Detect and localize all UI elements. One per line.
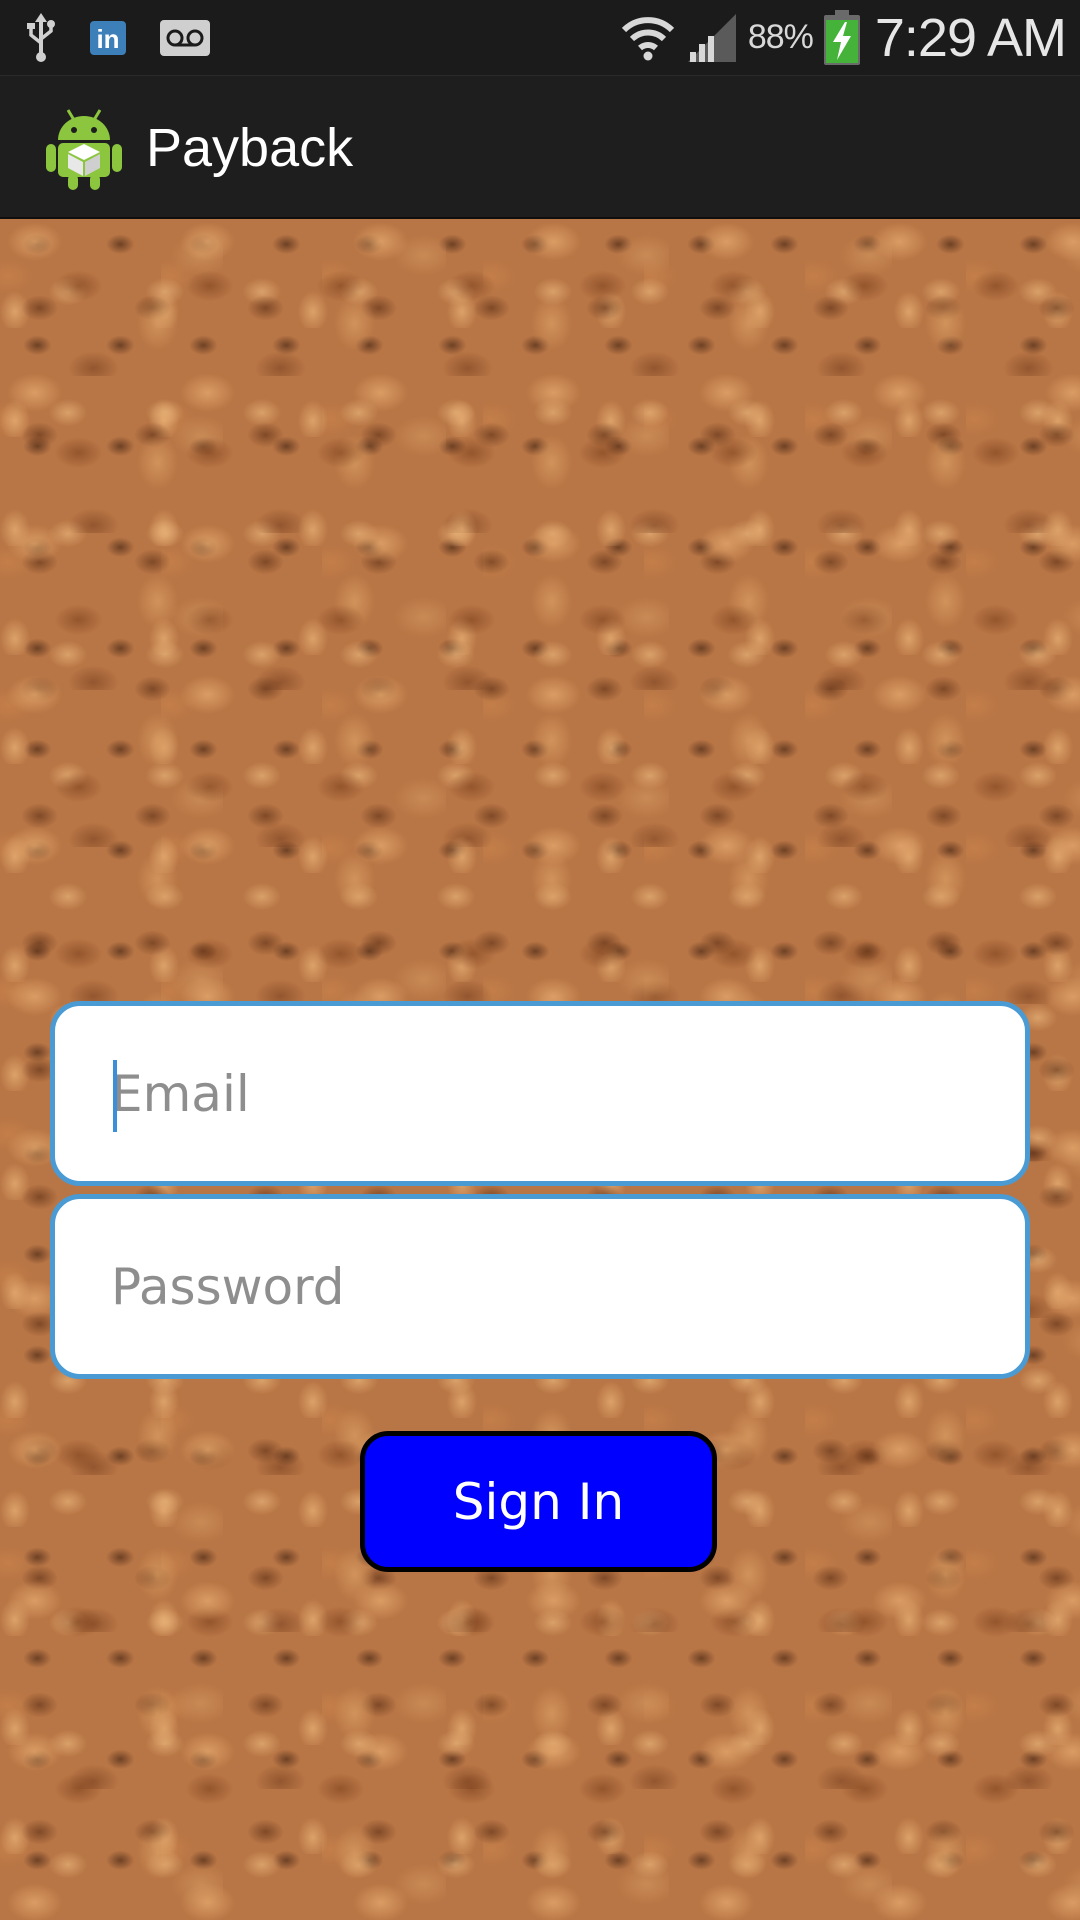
clock: 7:29 AM <box>874 7 1067 68</box>
wifi-icon <box>620 14 676 62</box>
login-form: Sign In <box>50 1001 1030 1572</box>
cork-background: Sign In <box>0 219 1080 1920</box>
email-field-container <box>50 1001 1030 1186</box>
password-field-container <box>50 1194 1030 1379</box>
status-bar-system: 88% 7:29 AM <box>620 0 1067 75</box>
android-app-icon[interactable] <box>44 104 124 192</box>
app-title: Payback <box>146 118 354 178</box>
status-bar-notifications: in <box>26 10 210 66</box>
linkedin-icon-text: in <box>96 24 119 54</box>
text-cursor <box>113 1060 117 1132</box>
battery-charging-icon <box>823 9 861 66</box>
email-field[interactable] <box>55 1006 1025 1181</box>
usb-icon <box>26 13 56 63</box>
sign-in-button[interactable]: Sign In <box>360 1431 717 1572</box>
signal-icon <box>686 12 738 64</box>
password-field[interactable] <box>55 1199 1025 1374</box>
voicemail-icon <box>160 20 210 56</box>
linkedin-icon: in <box>90 21 126 55</box>
battery-percent: 88% <box>747 18 814 56</box>
action-bar: Payback <box>0 75 1080 219</box>
status-bar: in 88% 7:29 AM <box>0 0 1080 75</box>
